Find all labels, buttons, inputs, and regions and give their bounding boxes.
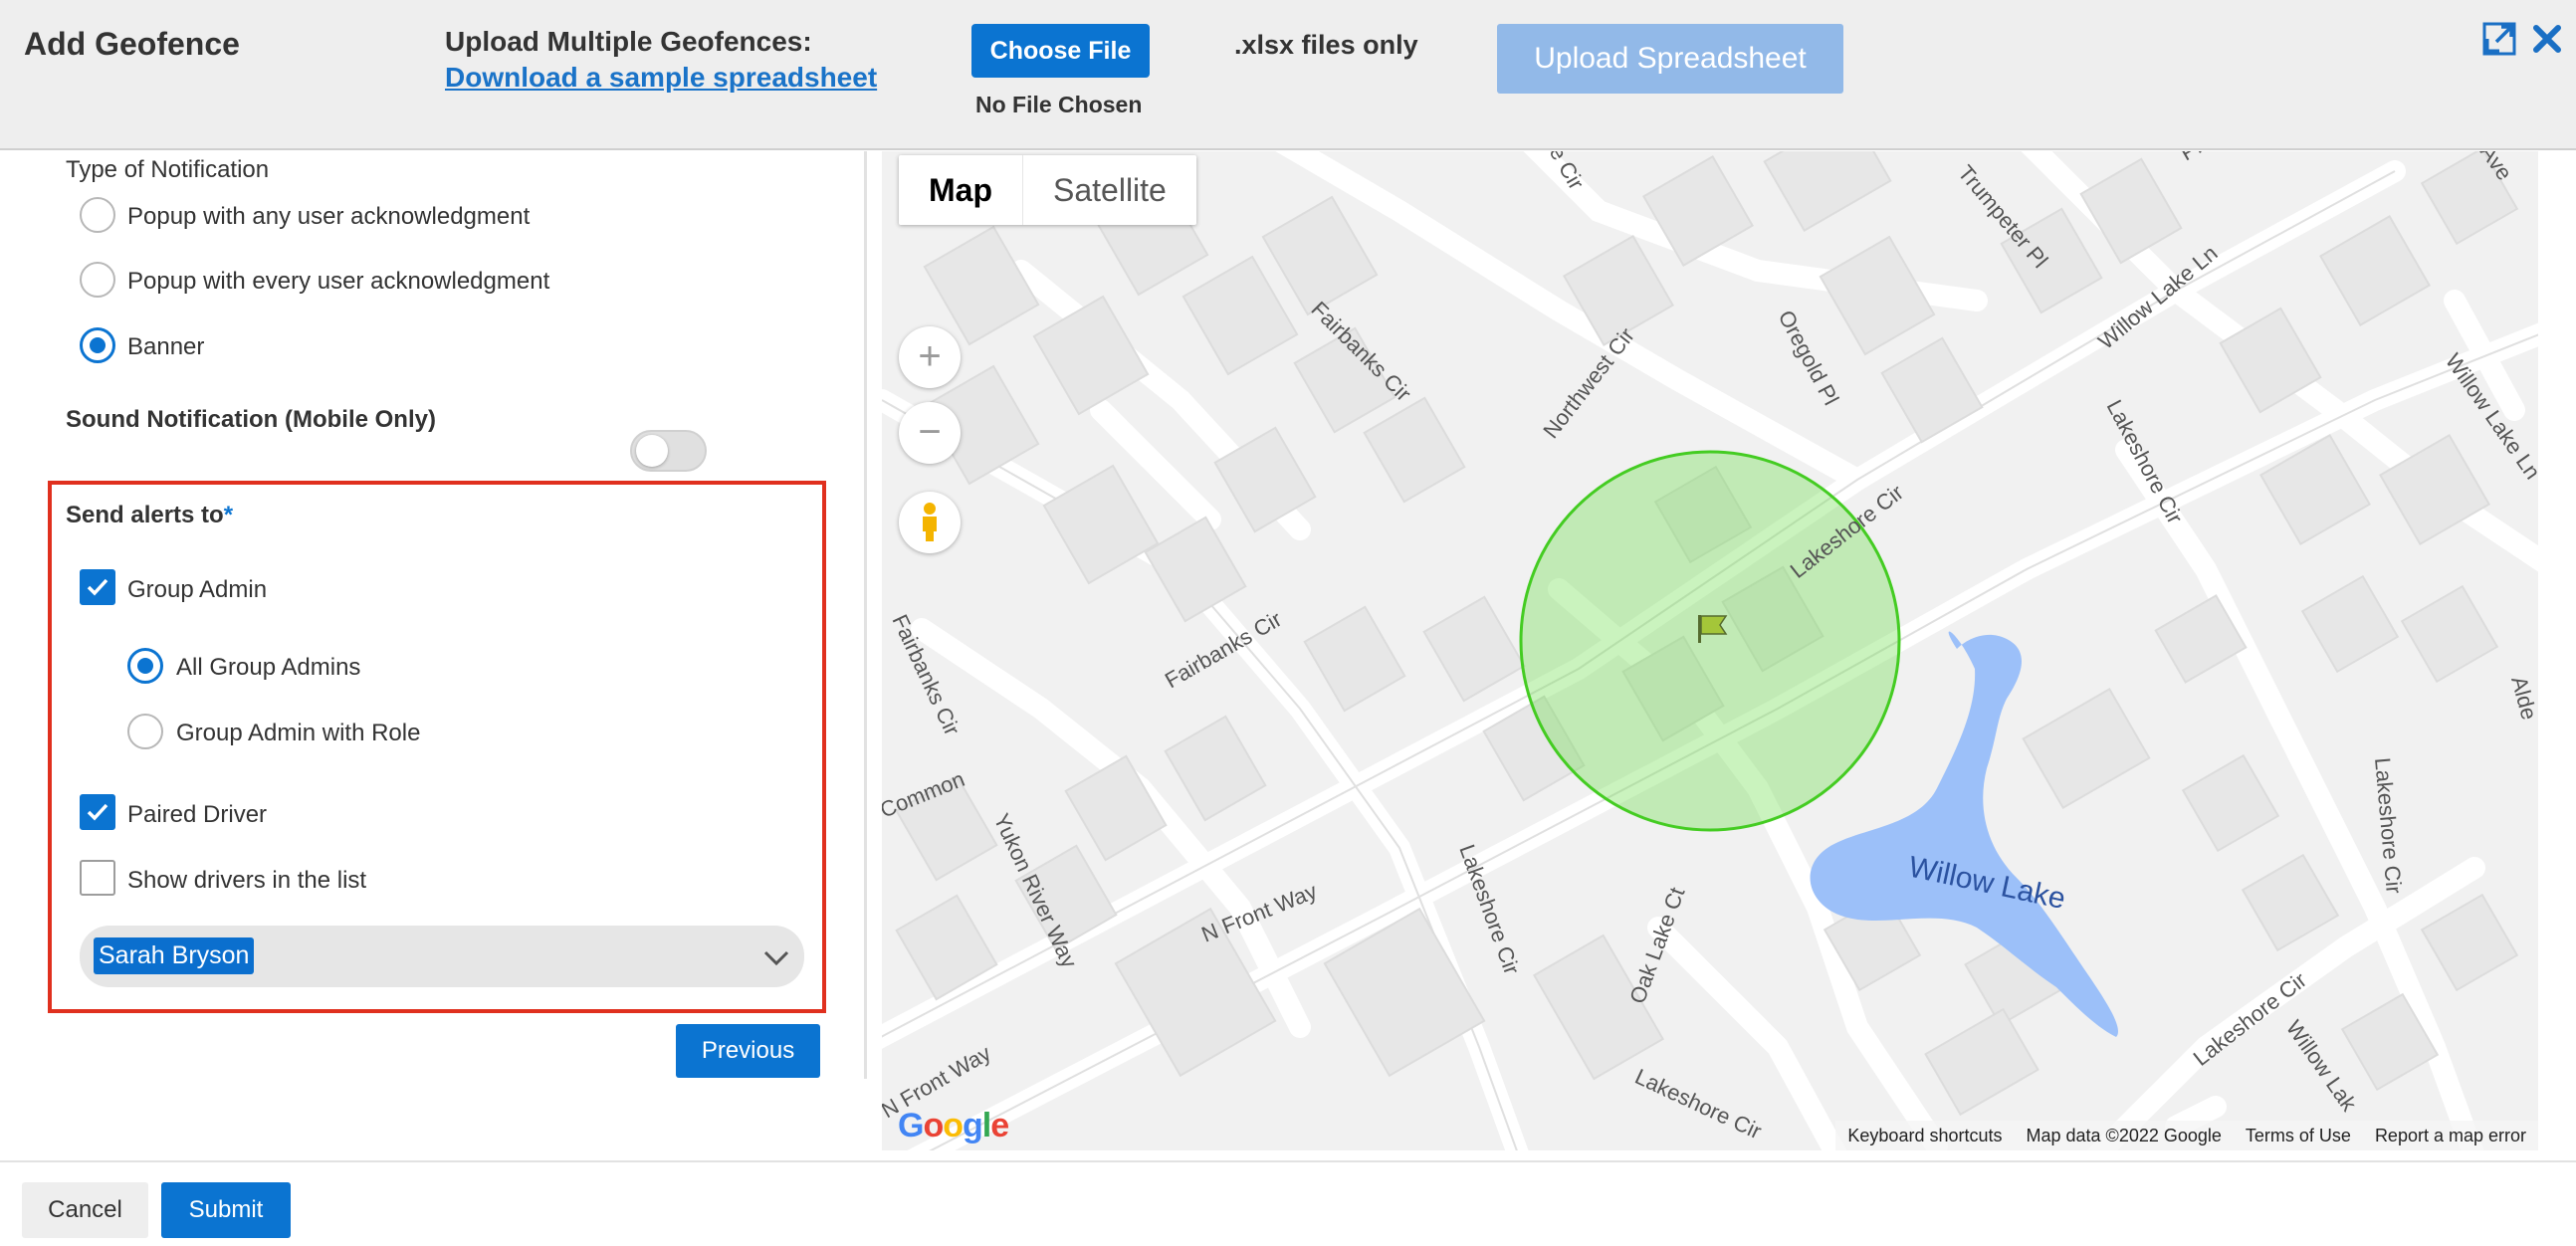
map-attribution-bar: Keyboard shortcuts Map data ©2022 Google… <box>1835 1121 2538 1150</box>
send-alerts-label: Send alerts to* <box>66 502 234 528</box>
sound-notification-toggle[interactable] <box>630 430 707 472</box>
zoom-in-button[interactable]: + <box>899 326 961 388</box>
dialog-header: Add Geofence Upload Multiple Geofences: … <box>0 0 2576 150</box>
notification-option-banner-radio[interactable] <box>80 327 115 363</box>
group-admin-with-role-radio[interactable] <box>127 714 163 749</box>
driver-select[interactable]: Sarah Bryson <box>80 926 804 987</box>
selected-driver: Sarah Bryson <box>94 937 255 974</box>
notification-option-label[interactable]: Popup with any user acknowledgment <box>127 203 530 231</box>
close-icon[interactable] <box>2530 22 2564 56</box>
map-type-control[interactable]: Map Satellite <box>899 155 1196 225</box>
group-admin-with-role-label[interactable]: Group Admin with Role <box>176 720 420 747</box>
dialog-footer: Cancel Submit <box>0 1160 2576 1246</box>
upload-multiple-label: Upload Multiple Geofences: <box>445 26 812 57</box>
map-data-text: Map data ©2022 Google <box>2026 1125 2222 1145</box>
notification-type-label: Type of Notification <box>66 156 270 183</box>
group-admin-checkbox[interactable] <box>80 569 115 605</box>
choose-file-button[interactable]: Choose File <box>971 24 1150 78</box>
file-type-hint: .xlsx files only <box>1234 30 1418 60</box>
report-map-error-link[interactable]: Report a map error <box>2363 1126 2538 1146</box>
notification-option-label[interactable]: Banner <box>127 333 204 361</box>
map-type-map[interactable]: Map <box>899 155 1023 225</box>
required-mark: * <box>223 502 234 528</box>
keyboard-shortcuts-link[interactable]: Keyboard shortcuts <box>1835 1126 2014 1146</box>
file-status: No File Chosen <box>975 92 1143 117</box>
sound-notification-label: Sound Notification (Mobile Only) <box>66 406 436 433</box>
notification-option-any-radio[interactable] <box>80 197 115 233</box>
previous-button[interactable]: Previous <box>676 1024 820 1078</box>
google-logo: Google <box>898 1107 1009 1144</box>
chevron-down-icon <box>763 950 789 966</box>
map-canvas[interactable]: Fairbanks Cir Fairbanks Cir Fairbanks Ci… <box>882 151 2538 1150</box>
paired-driver-checkbox[interactable] <box>80 794 115 830</box>
expand-icon[interactable] <box>2482 22 2516 56</box>
notification-option-every-radio[interactable] <box>80 262 115 298</box>
show-drivers-label[interactable]: Show drivers in the list <box>127 867 366 895</box>
geofence-circle <box>1519 450 1901 832</box>
download-sample-link[interactable]: Download a sample spreadsheet <box>445 62 877 94</box>
map-view[interactable]: Fairbanks Cir Fairbanks Cir Fairbanks Ci… <box>882 151 2538 1150</box>
dialog-title: Add Geofence <box>24 26 240 62</box>
show-drivers-checkbox[interactable] <box>80 860 115 896</box>
pegman-icon[interactable] <box>899 492 961 553</box>
group-admin-label[interactable]: Group Admin <box>127 576 267 604</box>
zoom-out-button[interactable]: − <box>899 402 961 464</box>
cancel-button[interactable]: Cancel <box>22 1182 148 1238</box>
submit-button[interactable]: Submit <box>161 1182 291 1238</box>
notification-option-label[interactable]: Popup with every user acknowledgment <box>127 268 549 296</box>
map-type-satellite[interactable]: Satellite <box>1023 155 1196 225</box>
upload-spreadsheet-button[interactable]: Upload Spreadsheet <box>1497 24 1843 94</box>
all-group-admins-radio[interactable] <box>127 648 163 684</box>
all-group-admins-label[interactable]: All Group Admins <box>176 654 360 682</box>
terms-of-use-link[interactable]: Terms of Use <box>2234 1126 2363 1146</box>
panel-divider <box>864 151 867 1079</box>
paired-driver-label[interactable]: Paired Driver <box>127 801 267 829</box>
